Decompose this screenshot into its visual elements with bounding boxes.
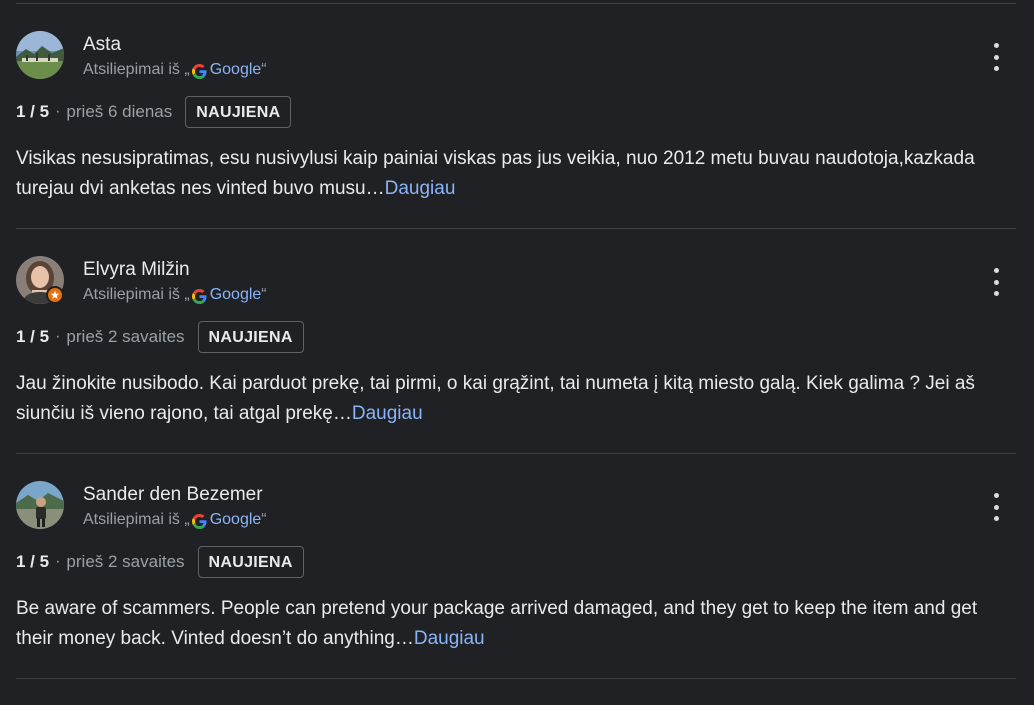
separator: · xyxy=(55,103,61,120)
review-body: Jau žinokite nusibodo. Kai parduot prekę… xyxy=(16,373,975,424)
avatar[interactable] xyxy=(16,31,64,79)
new-badge: NAUJIENA xyxy=(197,546,304,578)
review-text: Be aware of scammers. People can pretend… xyxy=(16,594,1006,654)
more-options-icon[interactable] xyxy=(984,268,1008,296)
more-link[interactable]: Daugiau xyxy=(385,178,456,199)
new-badge: NAUJIENA xyxy=(197,321,304,353)
source-prefix: Atsiliepimai iš xyxy=(83,61,180,78)
source-brand: Google xyxy=(209,511,262,528)
source-prefix: Atsiliepimai iš xyxy=(83,511,180,528)
source-brand: Google xyxy=(209,61,262,78)
review-card: Sander den Bezemer Atsiliepimai iš „ Goo… xyxy=(0,481,1034,705)
rating: 1 / 5 xyxy=(16,102,50,121)
reviewer-name[interactable]: Sander den Bezemer xyxy=(83,484,263,506)
review-text: Visikas nesusipratimas, esu nusivylusi k… xyxy=(16,144,1006,204)
google-g-icon xyxy=(191,63,207,79)
source-prefix: Atsiliepimai iš xyxy=(83,286,180,303)
divider xyxy=(16,228,1016,229)
more-link[interactable]: Daugiau xyxy=(414,628,485,649)
review-source: Atsiliepimai iš „ Google “ xyxy=(83,511,267,529)
source-open-quote: „ xyxy=(184,286,190,303)
more-options-icon[interactable] xyxy=(984,43,1008,71)
rating: 1 / 5 xyxy=(16,327,50,346)
source-open-quote: „ xyxy=(184,511,190,528)
more-link[interactable]: Daugiau xyxy=(352,403,423,424)
review-time: prieš 2 savaites xyxy=(66,552,185,571)
review-source: Atsiliepimai iš „ Google “ xyxy=(83,286,267,304)
reviewer-name[interactable]: Asta xyxy=(83,34,121,56)
review-meta: 1 / 5 · prieš 6 dienas NAUJIENA xyxy=(16,95,292,129)
source-close-quote: “ xyxy=(261,511,267,528)
outdoor-person-photo-avatar xyxy=(16,481,64,529)
review-card: Elvyra Milžin Atsiliepimai iš „ Google “ … xyxy=(0,256,1034,480)
reviewer-name[interactable]: Elvyra Milžin xyxy=(83,259,190,281)
divider xyxy=(16,3,1016,4)
divider xyxy=(16,453,1016,454)
google-g-icon xyxy=(191,513,207,529)
rating: 1 / 5 xyxy=(16,552,50,571)
review-time: prieš 6 dienas xyxy=(66,102,173,121)
more-options-icon[interactable] xyxy=(984,493,1008,521)
divider xyxy=(16,678,1016,679)
google-g-icon xyxy=(191,288,207,304)
landscape-photo-avatar xyxy=(16,31,64,79)
source-brand: Google xyxy=(209,286,262,303)
review-time: prieš 2 savaites xyxy=(66,327,185,346)
review-meta: 1 / 5 · prieš 2 savaites NAUJIENA xyxy=(16,545,304,579)
review-body: Be aware of scammers. People can pretend… xyxy=(16,598,978,649)
separator: · xyxy=(55,553,61,570)
review-meta: 1 / 5 · prieš 2 savaites NAUJIENA xyxy=(16,320,304,354)
review-source: Atsiliepimai iš „ Google “ xyxy=(83,61,267,79)
source-close-quote: “ xyxy=(261,286,267,303)
source-open-quote: „ xyxy=(184,61,190,78)
separator: · xyxy=(55,328,61,345)
source-close-quote: “ xyxy=(261,61,267,78)
review-card: Asta Atsiliepimai iš „ Google “ 1 / 5 · p… xyxy=(0,31,1034,255)
review-text: Jau žinokite nusibodo. Kai parduot prekę… xyxy=(16,369,1006,429)
new-badge: NAUJIENA xyxy=(185,96,292,128)
local-guide-badge-icon xyxy=(46,286,64,304)
avatar[interactable] xyxy=(16,481,64,529)
review-body: Visikas nesusipratimas, esu nusivylusi k… xyxy=(16,148,975,199)
